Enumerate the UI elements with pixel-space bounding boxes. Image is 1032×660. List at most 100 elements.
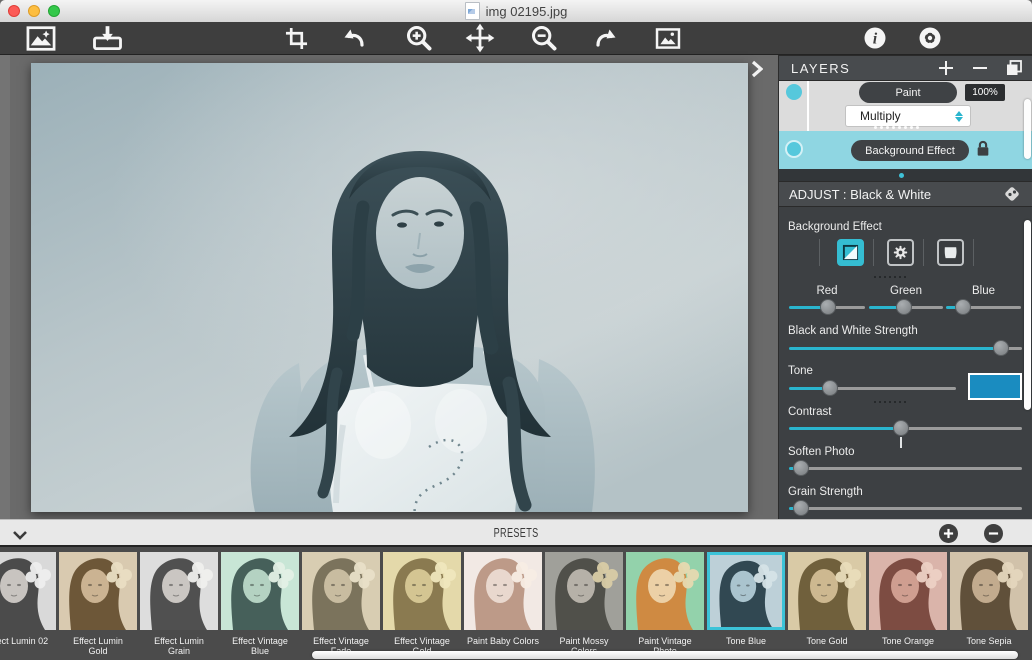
preset-item[interactable]: Tone Sepia <box>950 552 1028 656</box>
tone-color-swatch[interactable] <box>968 373 1022 400</box>
minimize-button[interactable] <box>28 5 40 17</box>
background-effect-layer-row[interactable]: Background Effect <box>779 131 1032 169</box>
bw-strength-slider[interactable] <box>789 340 1022 356</box>
zoom-presets-out-button[interactable] <box>984 524 1003 543</box>
bw-strength-label: Black and White Strength <box>788 325 918 337</box>
effect-mode-settings-button[interactable] <box>887 239 914 266</box>
close-button[interactable] <box>8 5 20 17</box>
preset-item[interactable]: Effect Lumin 02 <box>0 552 56 656</box>
photo-preview[interactable] <box>31 63 748 512</box>
separator <box>873 239 874 266</box>
preset-thumbnail <box>950 552 1028 630</box>
move-icon[interactable] <box>461 22 499 54</box>
effect-mode-bw-button[interactable] <box>837 239 864 266</box>
mask-toggle-icon[interactable] <box>999 181 1025 207</box>
separator <box>819 239 820 266</box>
panel-collapse-chevron[interactable] <box>751 60 769 80</box>
preset-label: Paint Baby Colors <box>464 636 542 646</box>
preset-label: Tone Orange <box>869 636 947 646</box>
presets-title: PRESETS <box>494 525 539 540</box>
adjust-title: ADJUST : Black & White <box>789 187 999 202</box>
select-arrows-icon <box>952 111 966 122</box>
grain-strength-label: Grain Strength <box>788 486 863 498</box>
red-slider[interactable] <box>789 299 865 315</box>
preset-label: Effect Lumin 02 <box>0 636 56 646</box>
redo-icon[interactable] <box>590 22 622 54</box>
layers-header: LAYERS <box>779 55 1032 81</box>
adjust-body: Background Effect Red Green Blue <box>779 208 1032 519</box>
background-effect-label: Background Effect <box>788 221 882 233</box>
settings-gear-icon[interactable] <box>915 22 945 54</box>
effect-mode-paper-button[interactable] <box>937 239 964 266</box>
preset-thumbnail <box>0 552 56 630</box>
green-label: Green <box>869 285 943 297</box>
zoom-in-icon[interactable] <box>402 22 436 54</box>
blue-label: Blue <box>946 285 1021 297</box>
presets-collapse-chevron[interactable] <box>12 527 28 545</box>
green-slider[interactable] <box>869 299 943 315</box>
preset-item[interactable]: Effect Lumin Gold <box>59 552 137 656</box>
paint-visibility-dot[interactable] <box>786 84 802 100</box>
layers-scrollbar[interactable] <box>1024 99 1031 159</box>
paint-opacity-badge[interactable]: 100% <box>965 84 1005 101</box>
info-icon[interactable]: i <box>860 22 890 54</box>
save-export-icon[interactable] <box>88 22 126 54</box>
presets-strip: Effect Lumin 02 Effect Lumin Gold <box>0 547 1032 660</box>
undo-icon[interactable] <box>338 22 370 54</box>
preset-item[interactable]: Effect Vintage Blue <box>221 552 299 656</box>
pager-dot[interactable] <box>899 173 904 178</box>
paint-layer-pill[interactable]: Paint <box>859 82 957 103</box>
document-icon <box>465 2 480 20</box>
red-label: Red <box>789 285 865 297</box>
soften-photo-slider[interactable] <box>789 460 1022 476</box>
preset-thumbnail <box>464 552 542 630</box>
blend-mode-value: Multiply <box>846 109 952 123</box>
image-small-icon[interactable] <box>651 22 685 54</box>
preset-thumbnail <box>221 552 299 630</box>
preset-thumbnail <box>707 552 785 630</box>
preset-thumbnail <box>140 552 218 630</box>
preset-thumbnail <box>59 552 137 630</box>
preset-thumbnail <box>788 552 866 630</box>
preset-item[interactable]: Effect Lumin Grain <box>140 552 218 656</box>
lock-icon[interactable] <box>975 139 991 164</box>
soften-photo-label: Soften Photo <box>788 446 855 458</box>
preset-item[interactable]: Tone Gold <box>788 552 866 656</box>
adjust-scrollbar[interactable] <box>1024 220 1031 410</box>
tone-slider[interactable] <box>789 380 956 396</box>
adjust-header: ADJUST : Black & White <box>779 181 1032 207</box>
contrast-slider[interactable] <box>789 420 1022 436</box>
grain-strength-slider[interactable] <box>789 500 1022 516</box>
background-visibility-dot[interactable] <box>785 140 803 158</box>
blend-mode-select[interactable]: Multiply <box>846 106 970 126</box>
preset-item[interactable]: Tone Orange <box>869 552 947 656</box>
background-effect-pill[interactable]: Background Effect <box>851 140 969 161</box>
section-drag-dots <box>874 276 906 278</box>
preset-item[interactable]: Paint Mossy Colors <box>545 552 623 656</box>
layer-drag-dots <box>874 126 919 129</box>
remove-layer-button[interactable] <box>967 55 993 81</box>
preset-label: Tone Blue <box>707 636 785 646</box>
image-frame-icon[interactable] <box>22 22 60 54</box>
presets-scrollbar[interactable] <box>312 651 1018 659</box>
preset-item[interactable]: Tone Blue <box>707 552 785 656</box>
zoom-button[interactable] <box>48 5 60 17</box>
add-layer-button[interactable] <box>933 55 959 81</box>
zoom-presets-in-button[interactable] <box>939 524 958 543</box>
zoom-out-icon[interactable] <box>527 22 561 54</box>
preset-item[interactable]: Paint Baby Colors <box>464 552 542 656</box>
contrast-label: Contrast <box>788 406 831 418</box>
blue-slider[interactable] <box>946 299 1021 315</box>
duplicate-layer-icon[interactable] <box>1001 55 1027 81</box>
preset-row: Effect Lumin 02 Effect Lumin Gold <box>0 552 1028 656</box>
preset-label: Effect Lumin Grain <box>140 636 218 656</box>
preset-item[interactable]: Effect Vintage Fade <box>302 552 380 656</box>
crop-icon[interactable] <box>281 22 311 54</box>
canvas-area <box>0 55 777 519</box>
preset-item[interactable]: Effect Vintage Gold <box>383 552 461 656</box>
layers-list: Paint 100% Multiply Background Effect <box>779 81 1032 169</box>
preset-label: Tone Gold <box>788 636 866 646</box>
window-title: img 02195.jpg <box>486 4 568 19</box>
preset-item[interactable]: Paint Vintage Photo <box>626 552 704 656</box>
layers-title: LAYERS <box>791 61 933 76</box>
